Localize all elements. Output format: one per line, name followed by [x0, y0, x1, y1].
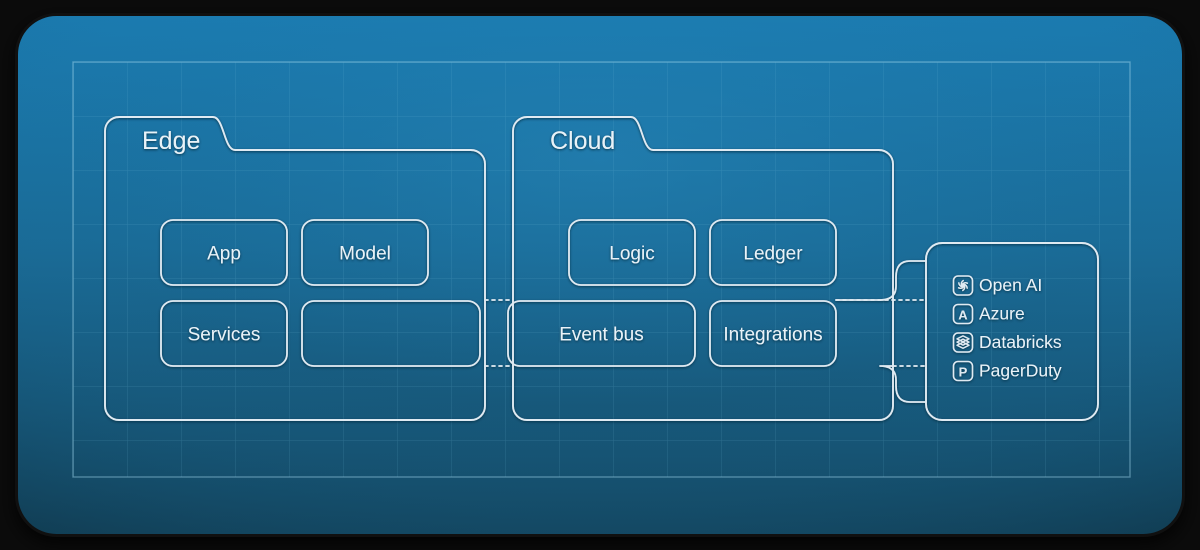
- architecture-diagram: Edge Cloud App Model Services Logic Ledger Ev…: [15, 13, 1185, 537]
- icon-stroke: [961, 284, 965, 287]
- blueprint-grid: [73, 62, 1130, 477]
- node-label: Ledger: [743, 244, 803, 265]
- node-label: App: [207, 244, 241, 265]
- icon-letter: P: [959, 364, 968, 379]
- group-cloud-title: Cloud: [550, 127, 615, 155]
- integration-item-azure[interactable]: A Azure: [952, 304, 1025, 325]
- node-label: Integrations: [723, 325, 822, 346]
- node-label: Model: [339, 244, 391, 265]
- integration-label: Open AI: [979, 275, 1042, 295]
- group-edge-title: Edge: [142, 127, 200, 155]
- integration-label: Databricks: [979, 332, 1062, 352]
- icon-letter: A: [958, 307, 968, 322]
- integration-label: Azure: [979, 304, 1025, 324]
- diagram-canvas: Edge Cloud App Model Services Logic Ledger Ev…: [0, 0, 1200, 550]
- integration-label: PagerDuty: [979, 361, 1062, 381]
- node-label: Logic: [609, 244, 654, 265]
- node-label: Event bus: [559, 325, 644, 346]
- node-label: Services: [188, 325, 261, 346]
